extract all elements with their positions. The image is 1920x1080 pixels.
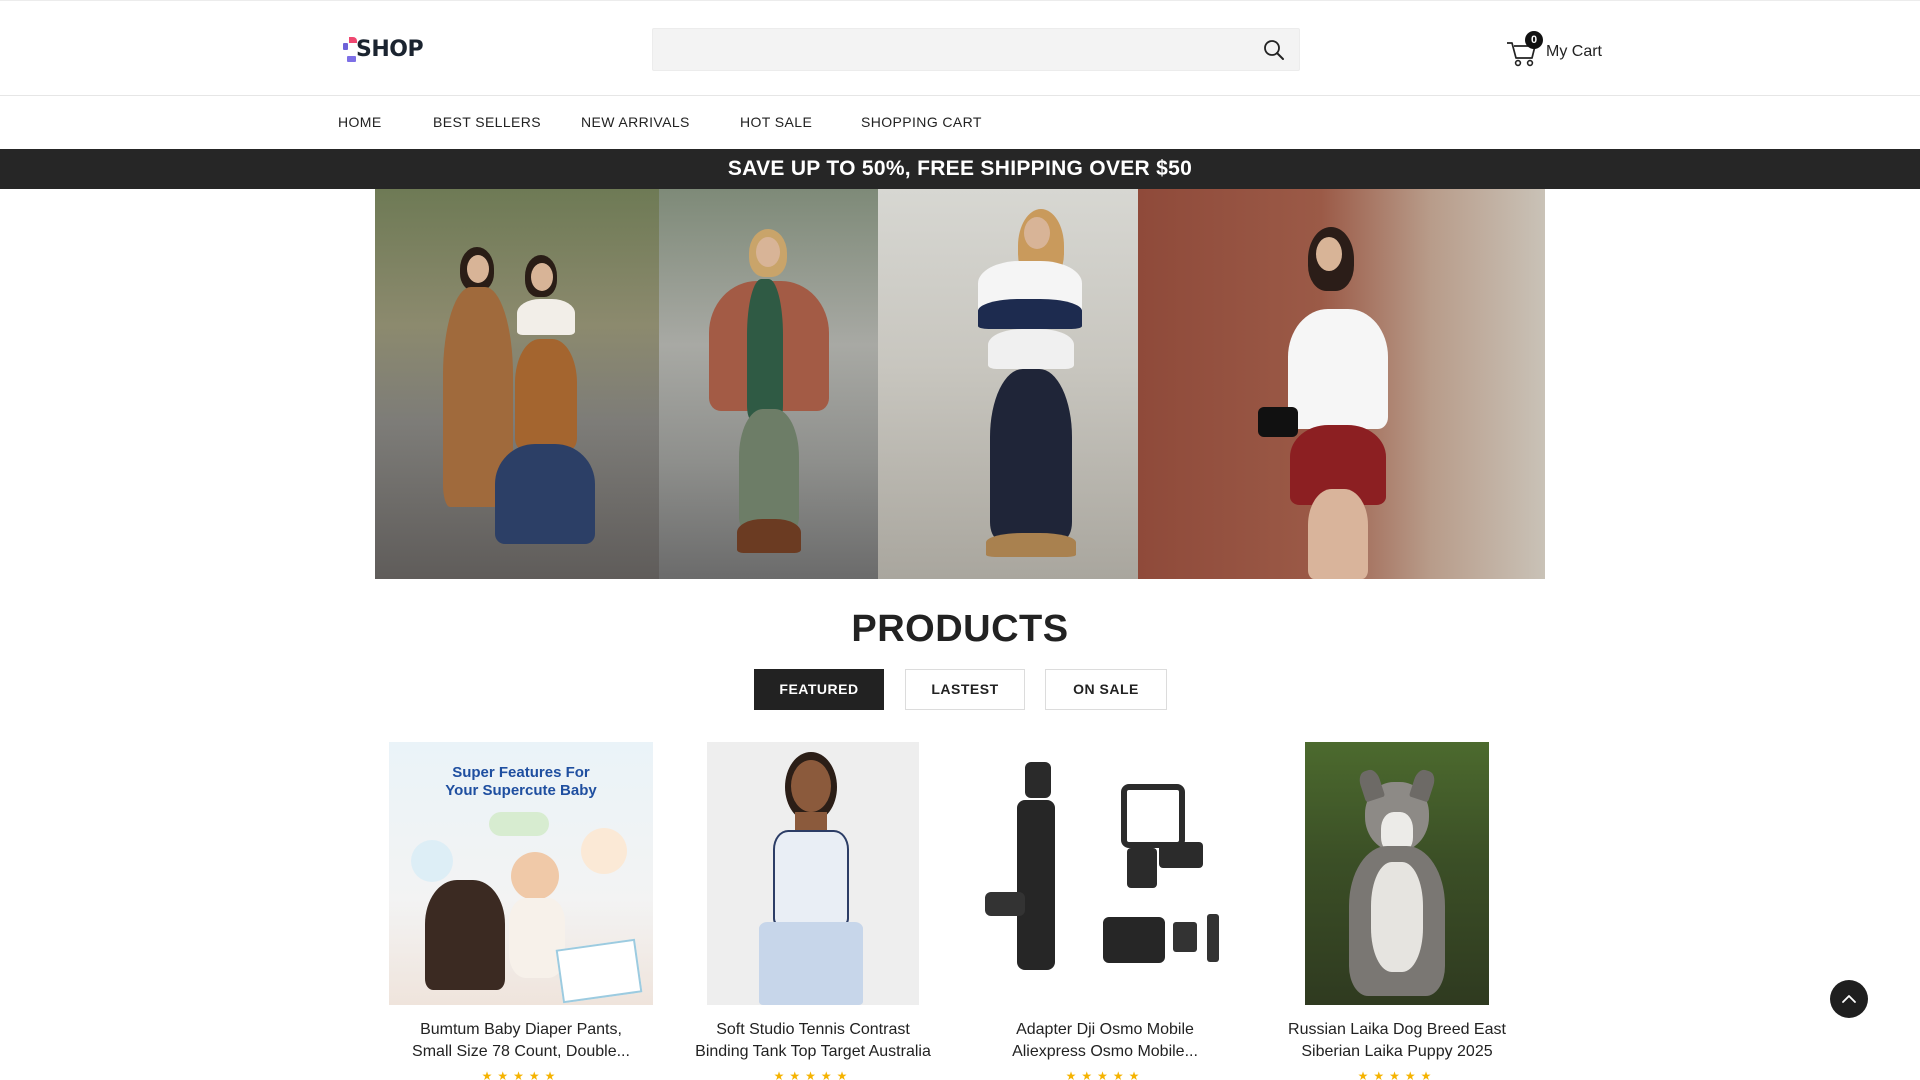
- promo-banner: SAVE UP TO 50%, FREE SHIPPING OVER $50: [0, 149, 1920, 189]
- cart-count-badge: 0: [1525, 31, 1543, 49]
- product-rating: ★★★★★: [1065, 1069, 1145, 1080]
- logo-icon: [341, 35, 357, 63]
- product-image-text-2: Your Supercute Baby: [445, 782, 597, 799]
- hero-image-plaid-poncho: [659, 189, 878, 579]
- site-header: SHOP 0 My Cart: [0, 0, 1920, 96]
- product-image[interactable]: Super Features For Your Supercute Baby: [389, 742, 653, 1005]
- search-input[interactable]: [653, 29, 1243, 70]
- hero-image-plaid-skirt: [1138, 189, 1545, 579]
- nav-item-new-arrivals[interactable]: NEW ARRIVALS: [581, 96, 690, 149]
- product-title-line-2[interactable]: Small Size 78 Count, Double...: [392, 1041, 650, 1063]
- product-image-text-1: Super Features For: [452, 764, 590, 781]
- logo-text: SHOP: [356, 36, 424, 62]
- cart-label: My Cart: [1546, 43, 1602, 60]
- product-rating: ★★★★★: [1357, 1069, 1437, 1080]
- search-icon[interactable]: [1263, 39, 1285, 61]
- hero-image-striped-top: [878, 189, 1138, 579]
- product-image[interactable]: [707, 742, 919, 1005]
- main-nav: HOME BEST SELLERS NEW ARRIVALS HOT SALE …: [0, 96, 1920, 149]
- tab-lastest[interactable]: LASTEST: [905, 669, 1025, 710]
- product-image[interactable]: [1305, 742, 1489, 1005]
- nav-item-hot-sale[interactable]: HOT SALE: [740, 96, 812, 149]
- product-card: Russian Laika Dog Breed East Siberian La…: [1262, 742, 1532, 1080]
- nav-item-shopping-cart[interactable]: SHOPPING CART: [861, 96, 982, 149]
- site-logo[interactable]: SHOP: [341, 33, 424, 65]
- product-card: Soft Studio Tennis Contrast Binding Tank…: [678, 742, 948, 1080]
- product-title-line-1[interactable]: Russian Laika Dog Breed East: [1268, 1019, 1526, 1041]
- search-bar: [652, 28, 1300, 71]
- nav-item-best-sellers[interactable]: BEST SELLERS: [433, 96, 541, 149]
- product-rating: ★★★★★: [481, 1069, 561, 1080]
- product-card: Super Features For Your Supercute Baby B…: [386, 742, 656, 1080]
- product-image[interactable]: [973, 742, 1237, 1005]
- hero-image-street-duo: [375, 189, 659, 579]
- product-rating: ★★★★★: [773, 1069, 853, 1080]
- product-title-line-1[interactable]: Soft Studio Tennis Contrast: [684, 1019, 942, 1041]
- cart-icon: 0: [1505, 31, 1543, 67]
- tab-featured[interactable]: FEATURED: [754, 669, 884, 710]
- product-card: Adapter Dji Osmo Mobile Aliexpress Osmo …: [970, 742, 1240, 1080]
- nav-item-home[interactable]: HOME: [338, 96, 382, 149]
- tab-on-sale[interactable]: ON SALE: [1045, 669, 1167, 710]
- cart-button[interactable]: 0 My Cart: [1505, 29, 1602, 69]
- chevron-up-icon: [1842, 995, 1856, 1003]
- back-to-top-button[interactable]: [1830, 980, 1868, 1018]
- product-title-line-2[interactable]: Aliexpress Osmo Mobile...: [976, 1041, 1234, 1063]
- hero-banner[interactable]: [375, 189, 1545, 579]
- product-title-line-1[interactable]: Bumtum Baby Diaper Pants,: [392, 1019, 650, 1041]
- products-section-title: PRODUCTS: [851, 608, 1069, 650]
- product-title-line-1[interactable]: Adapter Dji Osmo Mobile: [976, 1019, 1234, 1041]
- product-title-line-2[interactable]: Siberian Laika Puppy 2025: [1268, 1041, 1526, 1063]
- product-title-line-2[interactable]: Binding Tank Top Target Australia: [684, 1041, 942, 1063]
